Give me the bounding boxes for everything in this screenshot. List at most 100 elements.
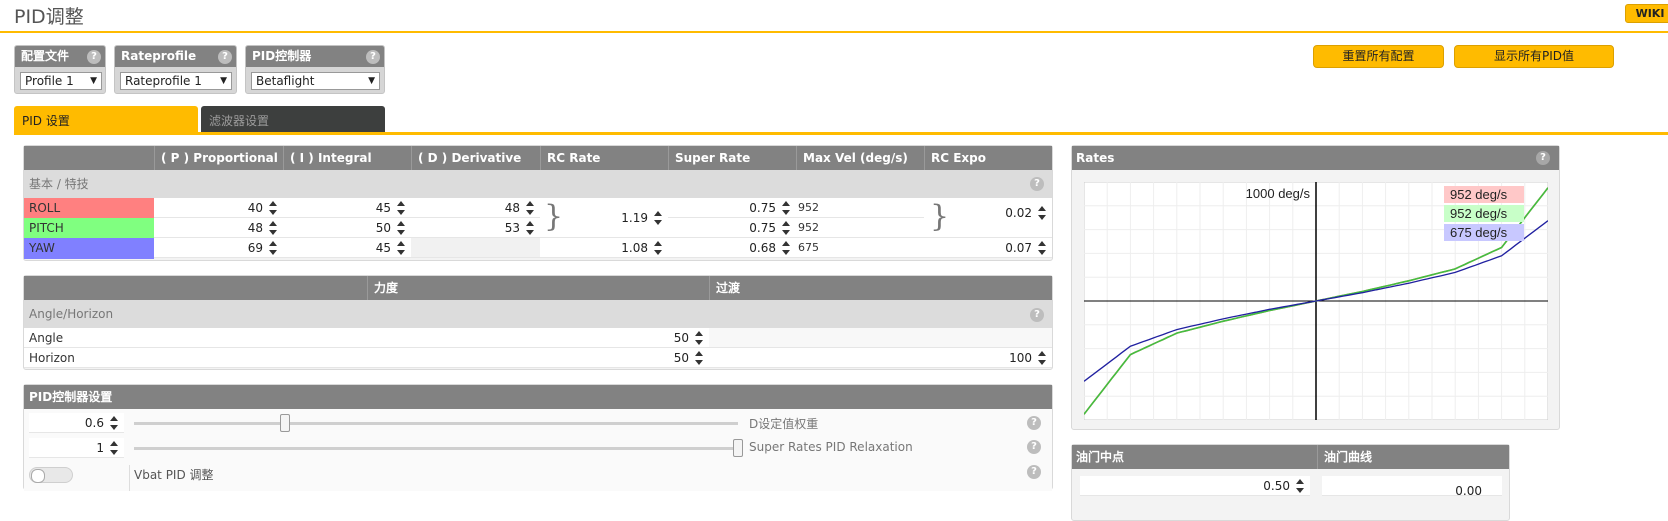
roll-d-input[interactable]: 48 [411, 198, 540, 218]
spinner-icon[interactable] [269, 240, 277, 256]
angle-transition-empty [709, 328, 1052, 348]
help-icon[interactable]: ? [1027, 465, 1041, 479]
yaw-super-rate-input[interactable]: 0.68 [668, 238, 796, 258]
wiki-button[interactable]: WIKI [1625, 4, 1668, 23]
row-label-horizon: Horizon [24, 348, 367, 368]
angle-section-header: Angle/Horizon ? [24, 300, 1052, 328]
row-label-yaw: YAW [24, 238, 154, 259]
dropdown-arrow-icon: ▼ [90, 76, 97, 86]
col-max-vel: Max Vel (deg/s) [796, 146, 924, 170]
spinner-icon[interactable] [1038, 350, 1046, 366]
relaxation-input[interactable]: 1 [29, 438, 124, 458]
row-label-angle: Angle [24, 328, 367, 348]
relaxation-slider-handle[interactable] [733, 439, 743, 457]
spinner-icon[interactable] [782, 200, 790, 216]
show-all-pid-button[interactable]: 显示所有PID值 [1454, 45, 1614, 68]
spinner-icon[interactable] [397, 200, 405, 216]
legend-label-2: 675 deg/s [1450, 225, 1508, 240]
relaxation-slider[interactable] [134, 447, 738, 450]
col-throttle-expo: 油门曲线 [1317, 445, 1509, 469]
spinner-icon[interactable] [269, 200, 277, 216]
yaw-rc-rate-input[interactable]: 1.08 [540, 238, 668, 258]
relaxation-label: Super Rates PID Relaxation [749, 440, 913, 454]
help-icon[interactable]: ? [87, 50, 101, 64]
horizon-transition-input[interactable]: 100 [709, 348, 1052, 368]
spinner-icon[interactable] [397, 240, 405, 256]
pid-controller-selector: PID控制器? Betaflight ▼ [245, 45, 385, 94]
spinner-icon[interactable] [269, 220, 277, 236]
d-setpoint-label: D设定值权重 [749, 417, 819, 431]
roll-pitch-rc-rate-input[interactable]: } 1.19 [540, 198, 668, 238]
spinner-icon[interactable] [654, 240, 662, 256]
d-setpoint-slider[interactable] [134, 422, 738, 425]
spinner-icon[interactable] [1296, 478, 1304, 494]
col-integral: ( I ) Integral [283, 146, 411, 170]
spinner-icon[interactable] [695, 330, 703, 346]
spinner-icon[interactable] [110, 440, 118, 456]
angle-strength-input[interactable]: 50 [367, 328, 709, 348]
throttle-mid-input[interactable]: 0.50 [1080, 476, 1310, 496]
help-icon[interactable]: ? [1536, 151, 1550, 165]
spinner-icon[interactable] [1038, 205, 1046, 221]
yaw-max-vel: 675 [796, 238, 924, 258]
pid-controller-select[interactable]: Betaflight ▼ [251, 72, 380, 90]
spinner-icon[interactable] [397, 220, 405, 236]
spinner-icon[interactable] [526, 220, 534, 236]
page-title: PID调整 [14, 6, 84, 28]
col-strength: 力度 [367, 276, 709, 300]
yaw-rc-expo-input[interactable]: 0.07 [924, 238, 1052, 258]
yaw-d-empty [411, 238, 540, 258]
roll-p-input[interactable]: 40 [154, 198, 283, 218]
pid-section-header: 基本 / 特技 ? [24, 170, 1052, 198]
profile-select[interactable]: Profile 1 ▼ [20, 72, 102, 90]
pitch-i-input[interactable]: 50 [283, 218, 411, 238]
yaw-p-input[interactable]: 69 [154, 238, 283, 258]
pid-controller-settings: PID控制器设置 0.6 D设定值权重 ? 1 Super Rates PID … [23, 384, 1053, 491]
d-setpoint-slider-handle[interactable] [280, 414, 290, 432]
help-icon[interactable]: ? [1027, 416, 1041, 430]
pitch-super-rate-input[interactable]: 0.75 [668, 218, 796, 238]
section-title: 基本 / 特技 [29, 177, 89, 191]
dropdown-arrow-icon: ▼ [220, 76, 227, 86]
roll-pitch-rc-expo-input[interactable]: } 0.02 [924, 198, 1052, 238]
spinner-icon[interactable] [782, 240, 790, 256]
help-icon[interactable]: ? [1030, 177, 1044, 191]
spinner-icon[interactable] [110, 415, 118, 431]
spinner-icon[interactable] [695, 350, 703, 366]
d-setpoint-input[interactable]: 0.6 [29, 413, 124, 433]
vbat-toggle[interactable] [29, 467, 73, 483]
help-icon[interactable]: ? [1030, 308, 1044, 322]
roll-max-vel: 952 [796, 198, 924, 218]
help-icon[interactable]: ? [366, 50, 380, 64]
col-rc-rate: RC Rate [540, 146, 668, 170]
roll-i-input[interactable]: 45 [283, 198, 411, 218]
reset-all-button[interactable]: 重置所有配置 [1313, 45, 1444, 68]
roll-super-rate-input[interactable]: 0.75 [668, 198, 796, 218]
rates-title: Rates [1072, 146, 1559, 170]
controller-settings-title: PID控制器设置 [24, 385, 1052, 409]
row-label-pitch: PITCH [24, 218, 154, 238]
row-label-roll: ROLL [24, 198, 154, 218]
section-title: Angle/Horizon [29, 307, 114, 321]
horizon-strength-input[interactable]: 50 [367, 348, 709, 368]
legend-label-0: 952 deg/s [1450, 187, 1508, 202]
dropdown-arrow-icon: ▼ [368, 76, 375, 86]
pitch-d-input[interactable]: 53 [411, 218, 540, 238]
help-icon[interactable]: ? [1027, 440, 1041, 454]
spinner-icon[interactable] [782, 220, 790, 236]
header-divider [0, 31, 1668, 33]
help-icon[interactable]: ? [218, 50, 232, 64]
tab-filter-settings[interactable]: 滤波器设置 [201, 106, 385, 134]
throttle-expo-input[interactable]: 0.00 [1322, 476, 1502, 498]
vbat-label: Vbat PID 调整 [134, 468, 214, 482]
tab-pid-settings[interactable]: PID 设置 [14, 106, 198, 134]
spinner-icon[interactable] [526, 200, 534, 216]
pitch-p-input[interactable]: 48 [154, 218, 283, 238]
spinner-icon[interactable] [1038, 240, 1046, 256]
pitch-max-vel: 952 [796, 218, 924, 238]
rateprofile-select[interactable]: Rateprofile 1 ▼ [120, 72, 232, 90]
yaw-i-input[interactable]: 45 [283, 238, 411, 258]
angle-horizon-table: 力度 过渡 Angle/Horizon ? Angle 50 Horizon 5… [23, 275, 1053, 370]
spinner-icon[interactable] [654, 210, 662, 226]
rateprofile-label: Rateprofile [121, 49, 197, 63]
